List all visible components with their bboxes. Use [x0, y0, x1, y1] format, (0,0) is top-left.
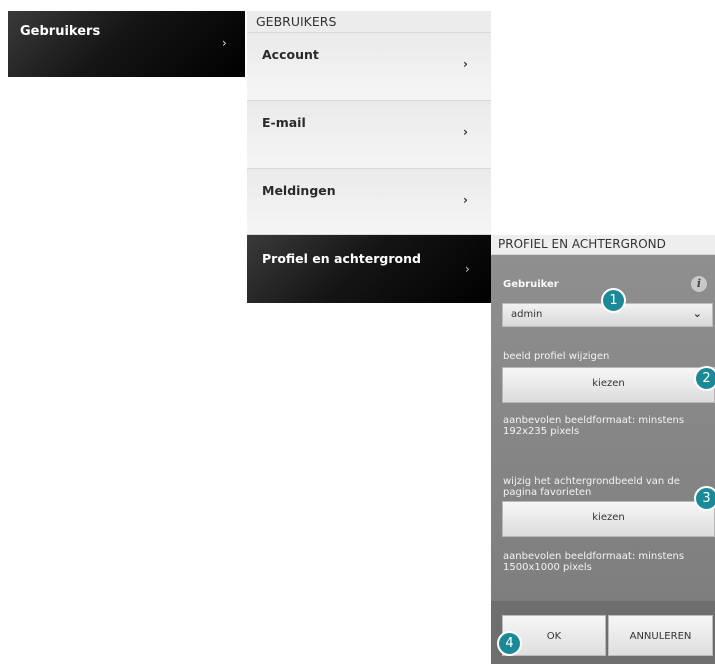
user-label: Gebruiker [503, 279, 559, 290]
callout-badge-2: 2 [694, 366, 715, 391]
chevron-right-icon: › [465, 262, 470, 276]
callout-badge-1: 1 [601, 288, 626, 313]
chevron-down-icon: ⌄ [692, 307, 702, 320]
chevron-right-icon: › [222, 36, 227, 50]
chevron-right-icon: › [463, 193, 468, 207]
menu-item-profiel-en-achtergrond[interactable]: Profiel en achtergrond › [247, 235, 491, 303]
menu-item-label: Account [262, 47, 319, 62]
menu-item-label: E-mail [262, 115, 306, 130]
choose-background-button[interactable]: kiezen [502, 501, 715, 537]
menu-item-label: Meldingen [262, 183, 336, 198]
cancel-button[interactable]: ANNULEREN [608, 615, 713, 656]
callout-badge-4: 4 [497, 631, 522, 656]
change-background-label: wijzig het achtergrondbeeld van de pagin… [503, 476, 680, 498]
info-icon[interactable]: i [691, 276, 707, 292]
callout-badge-3: 3 [694, 486, 715, 511]
sidebar-item-gebruikers[interactable]: Gebruikers › [8, 11, 245, 77]
chevron-right-icon: › [463, 125, 468, 139]
change-profile-image-label: beeld profiel wijzigen [503, 351, 610, 362]
users-menu-header: GEBRUIKERS [247, 11, 491, 33]
menu-item-label: Profiel en achtergrond [262, 251, 421, 266]
sidebar-item-label: Gebruikers [20, 24, 101, 39]
menu-item-meldingen[interactable]: Meldingen › [247, 169, 491, 235]
panel-title: PROFIEL EN ACHTERGROND [491, 235, 715, 255]
background-size-hint: aanbevolen beeldformaat: minstens 1500x1… [503, 551, 685, 573]
profile-image-size-hint: aanbevolen beeldformaat: minstens 192x23… [503, 415, 685, 437]
menu-item-account[interactable]: Account › [247, 33, 491, 101]
menu-item-email[interactable]: E-mail › [247, 101, 491, 169]
chevron-right-icon: › [463, 57, 468, 71]
profile-panel: Gebruiker i admin ⌄ beeld profiel wijzig… [491, 255, 715, 664]
button-bar: OK ANNULEREN [491, 601, 715, 664]
choose-profile-image-button[interactable]: kiezen [502, 367, 715, 403]
user-select-value: admin [511, 309, 543, 320]
